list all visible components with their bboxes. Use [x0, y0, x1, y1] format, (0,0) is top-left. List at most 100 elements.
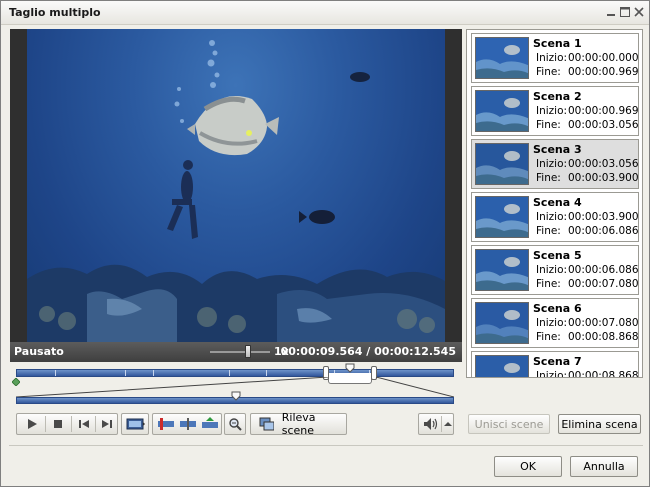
scene-end-label: Fine:	[536, 225, 561, 237]
ok-button[interactable]: OK	[494, 456, 562, 477]
zoom-icon[interactable]	[225, 414, 245, 434]
scene-item[interactable]: Scena 4 Inizio:00:00:03.900 Fine: 00:00:06.…	[471, 192, 639, 242]
close-icon[interactable]	[632, 5, 646, 19]
scene-end-label: Fine:	[536, 331, 561, 343]
scene-name: Scena 2	[533, 90, 582, 103]
scene-item[interactable]: Scena 5 Inizio:00:00:06.086 Fine: 00:00:07.…	[471, 245, 639, 295]
scene-end-label: Fine:	[536, 278, 561, 290]
minimize-icon[interactable]	[604, 5, 618, 19]
scene-start-label: Inizio:	[536, 158, 568, 170]
scene-start-time: 00:00:03.900	[568, 211, 639, 223]
scene-end-time: 00:00:03.056	[568, 119, 639, 131]
scene-start-time: 00:00:07.080	[568, 317, 639, 329]
player-status-bar: Pausato 1x 00:00:09.564 / 00:00:12.545	[10, 342, 462, 362]
detect-scenes-icon	[259, 417, 274, 431]
scene-start-time: 00:00:06.086	[568, 264, 639, 276]
scene-end-label: Fine:	[536, 172, 561, 184]
previous-frame-icon[interactable]	[73, 414, 95, 434]
scene-end-time: 00:00:07.080	[568, 278, 639, 290]
scene-name: Scena 1	[533, 37, 582, 50]
merge-scenes-button[interactable]: Unisci scene	[468, 414, 550, 434]
scene-start-label: Inizio:	[536, 105, 568, 117]
zoom-toolbar	[224, 413, 246, 435]
cut-toolbar	[152, 413, 222, 435]
scene-item[interactable]: Scena 3 Inizio:00:00:03.056 Fine: 00:00:03.…	[471, 139, 639, 189]
timeline-bar[interactable]	[16, 369, 454, 377]
scene-item[interactable]: Scena 1 Inizio:00:00:00.000 Fine: 00:00:00.…	[471, 33, 639, 83]
cut-end-icon[interactable]	[199, 414, 221, 434]
scene-start-label: Inizio:	[536, 52, 568, 64]
scene-start-row: Inizio:00:00:03.056	[536, 158, 639, 170]
maximize-icon[interactable]	[618, 5, 632, 19]
scene-item[interactable]: Scena 2 Inizio:00:00:00.969 Fine: 00:00:03.…	[471, 86, 639, 136]
scene-start-row: Inizio:00:00:00.000	[536, 52, 639, 64]
scene-thumbnail	[475, 302, 529, 344]
scene-thumbnail	[475, 355, 529, 377]
scene-list[interactable]: Scena 1 Inizio:00:00:00.000 Fine: 00:00:00.…	[466, 29, 643, 378]
scene-start-row: Inizio:00:00:07.080	[536, 317, 639, 329]
window-title: Taglio multiplo	[9, 6, 101, 19]
speed-slider-track[interactable]	[210, 351, 270, 353]
scene-end-row: Fine: 00:00:03.056	[536, 119, 639, 131]
video-frame	[27, 29, 445, 342]
scene-end-time: 00:00:00.969	[568, 66, 639, 78]
scene-end-time: 00:00:06.086	[568, 225, 639, 237]
scene-name: Scena 3	[533, 143, 582, 156]
stop-icon[interactable]	[47, 414, 69, 434]
batfish	[187, 96, 279, 156]
speaker-icon[interactable]	[421, 414, 441, 434]
scene-end-time: 00:00:03.900	[568, 172, 639, 184]
scene-name: Scena 5	[533, 249, 582, 262]
scene-start-label: Inizio:	[536, 370, 568, 378]
cancel-button[interactable]: Annulla	[570, 456, 638, 477]
scene-item[interactable]: Scena 6 Inizio:00:00:07.080 Fine: 00:00:08.…	[471, 298, 639, 348]
scene-start-row: Inizio:00:00:03.900	[536, 211, 639, 223]
playhead-icon[interactable]	[345, 363, 355, 373]
scene-start-time: 00:00:08.868	[568, 370, 639, 378]
delete-scene-button[interactable]: Elimina scena	[558, 414, 641, 434]
scene-thumbnail	[475, 37, 529, 79]
scene-thumbnail	[475, 143, 529, 185]
scene-start-label: Inizio:	[536, 211, 568, 223]
scene-start-row: Inizio:00:00:00.969	[536, 105, 639, 117]
detect-scenes-button[interactable]: Rileva scene	[250, 411, 347, 437]
scene-thumbnail	[475, 249, 529, 291]
scene-end-row: Fine: 00:00:06.086	[536, 225, 639, 237]
cut-start-icon[interactable]	[155, 414, 177, 434]
title-bar: Taglio multiplo	[1, 1, 649, 25]
volume-up-arrow-icon[interactable]	[442, 414, 454, 434]
scene-end-label: Fine:	[536, 66, 561, 78]
scene-start-time: 00:00:03.056	[568, 158, 639, 170]
multiple-cut-dialog: Taglio multiplo Pausato 1x 00:00:09.564 …	[0, 0, 650, 487]
scene-end-time: 00:00:08.868	[568, 331, 639, 343]
detect-scenes-label: Rileva scene	[281, 411, 316, 437]
footer-divider	[9, 445, 643, 446]
scene-name: Scena 7	[533, 355, 582, 368]
scene-end-row: Fine: 00:00:07.080	[536, 278, 639, 290]
scene-name: Scena 6	[533, 302, 582, 315]
scene-end-label: Fine:	[536, 119, 561, 131]
next-frame-icon[interactable]	[96, 414, 118, 434]
split-icon[interactable]	[177, 414, 199, 434]
view-toolbar	[121, 413, 149, 435]
scene-end-row: Fine: 00:00:08.868	[536, 331, 639, 343]
playback-toolbar	[16, 413, 118, 435]
scene-start-label: Inizio:	[536, 317, 568, 329]
scene-start-label: Inizio:	[536, 264, 568, 276]
playback-status: Pausato	[14, 345, 64, 358]
scene-item[interactable]: Scena 7Inizio:00:00:08.868Fine:00:00:12.…	[471, 351, 639, 378]
scene-thumbnail	[475, 196, 529, 238]
scene-name: Scena 4	[533, 196, 582, 209]
zoom-thumb-icon[interactable]	[231, 391, 241, 401]
scene-start-time: 00:00:00.000	[568, 52, 639, 64]
time-display: 00:00:09.564 / 00:00:12.545	[280, 345, 456, 358]
film-icon[interactable]	[124, 414, 148, 434]
scene-start-time: 00:00:00.969	[568, 105, 639, 117]
underwater-scene	[27, 40, 445, 342]
scene-thumbnail	[475, 90, 529, 132]
volume-control[interactable]	[418, 413, 454, 435]
play-icon[interactable]	[21, 414, 43, 434]
diver	[167, 160, 198, 239]
speed-slider-thumb[interactable]	[245, 345, 251, 358]
scene-start-row: Inizio:00:00:06.086	[536, 264, 639, 276]
